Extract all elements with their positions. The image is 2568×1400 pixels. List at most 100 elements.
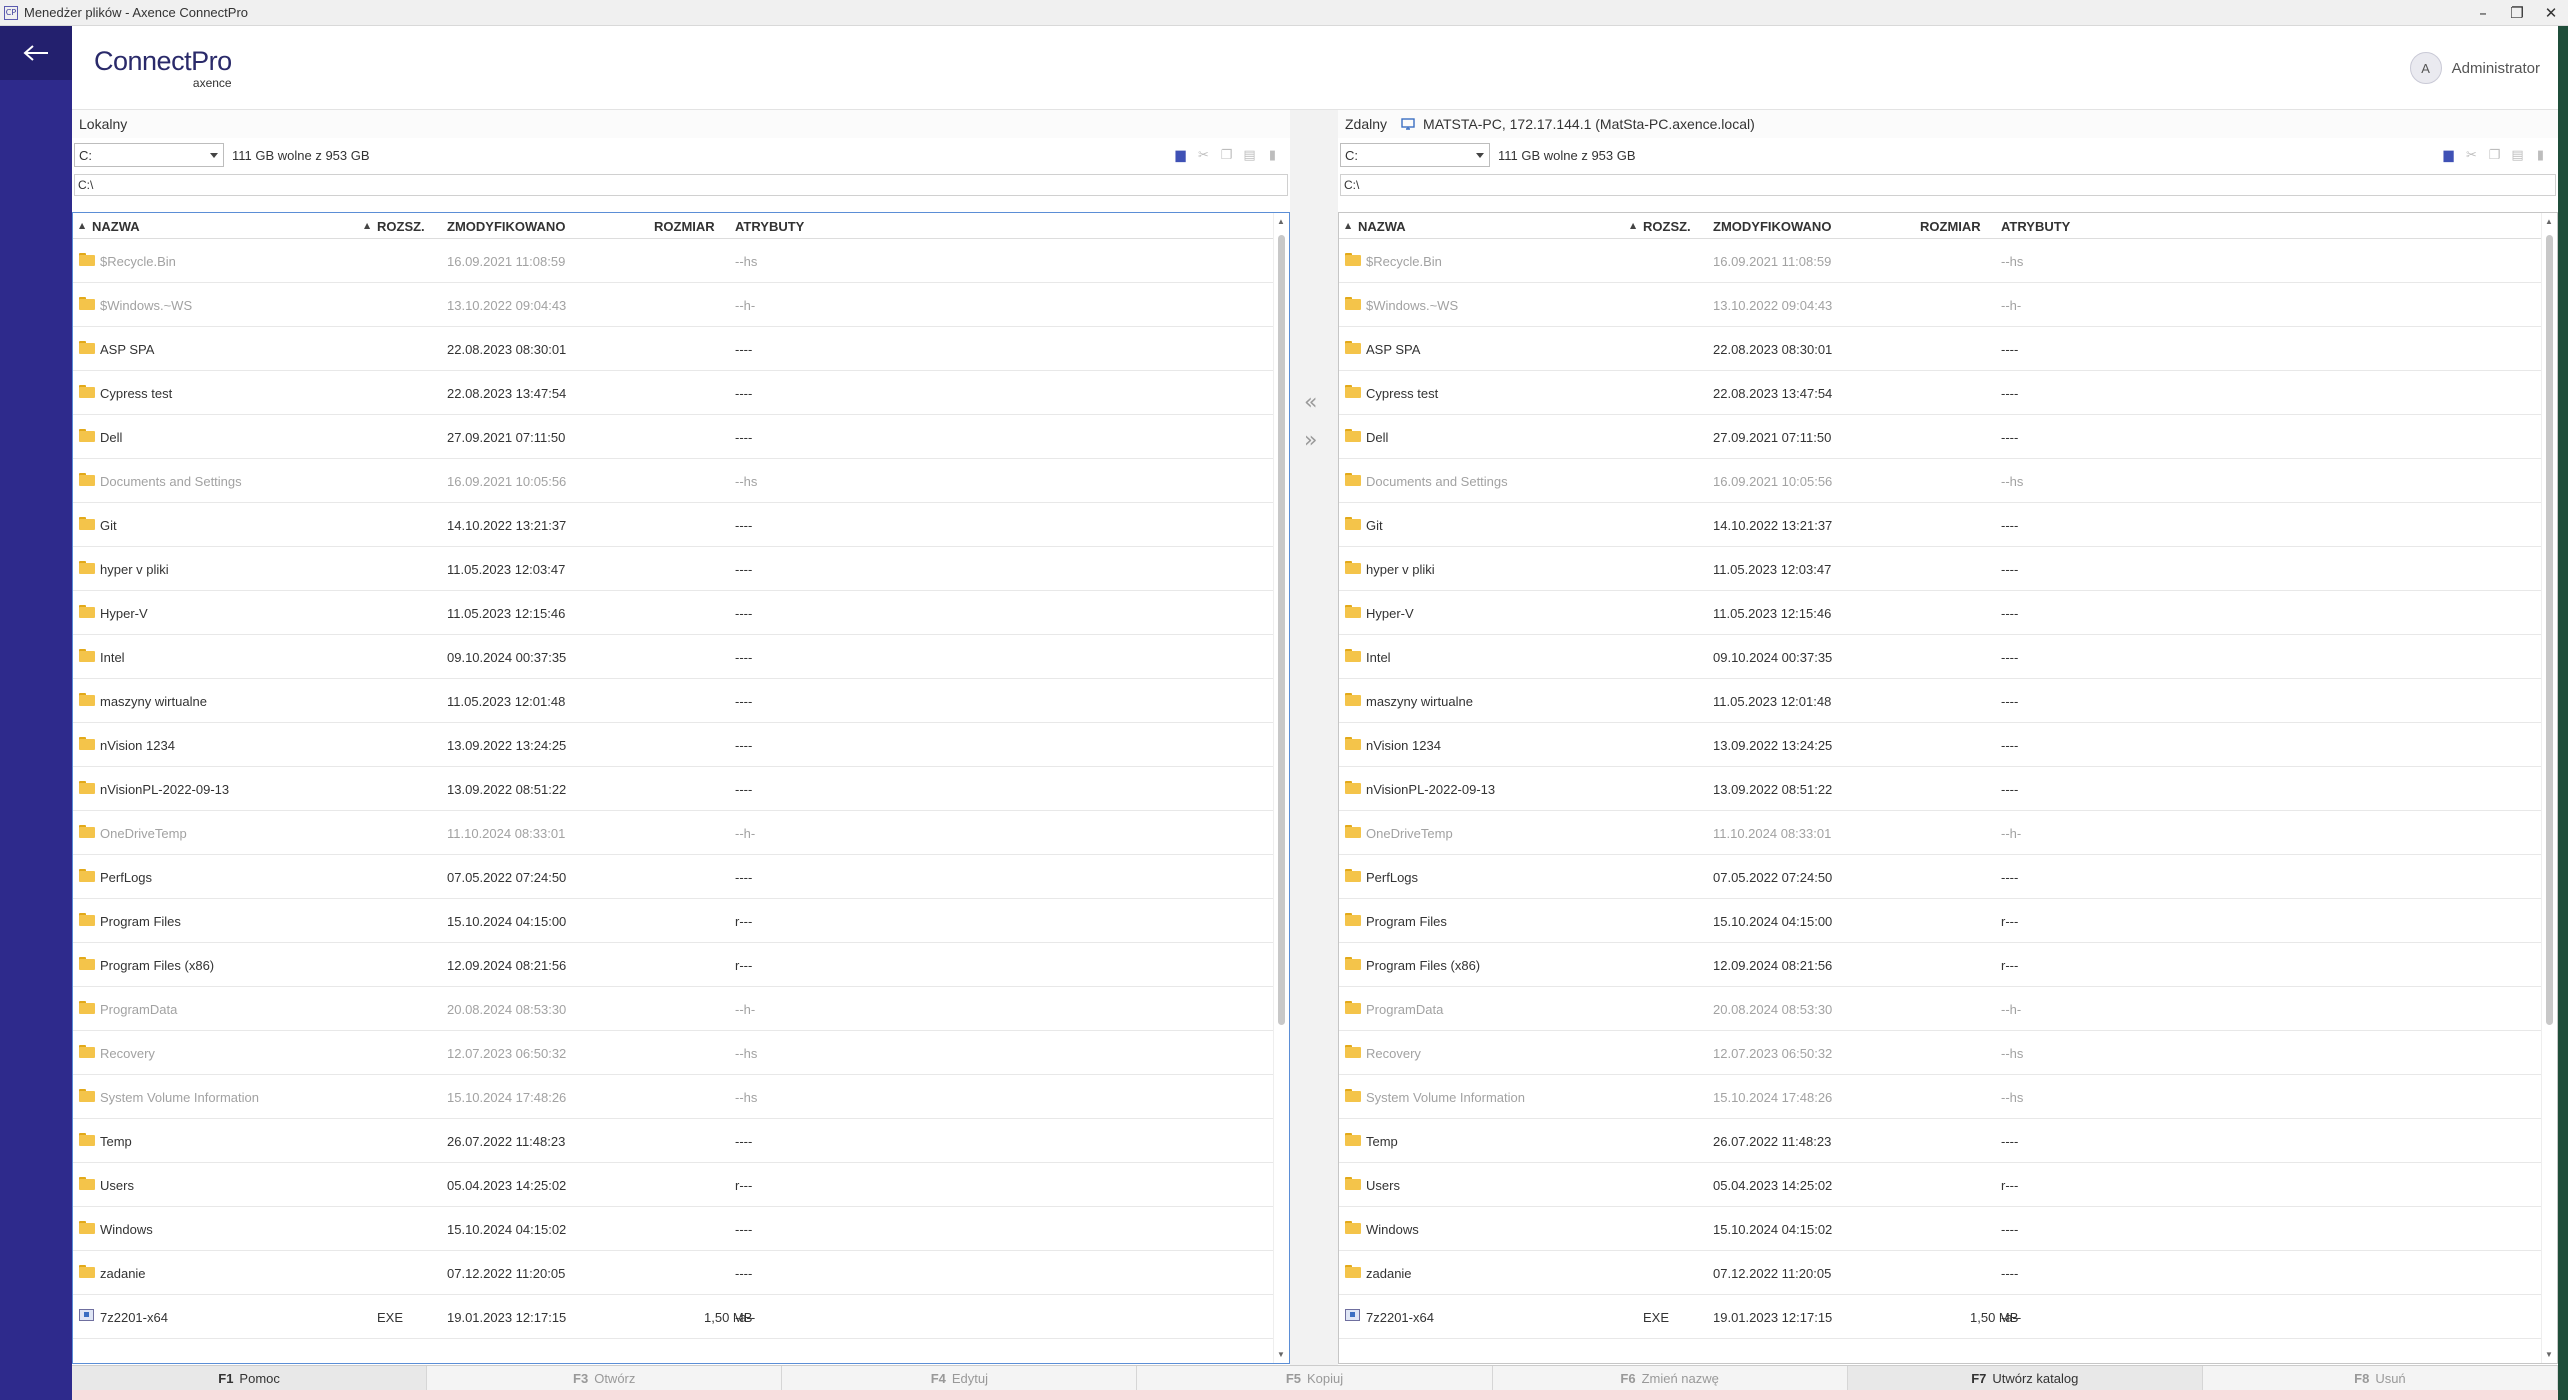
table-row[interactable]: Dell 27.09.2021 07:11:50 ---- bbox=[73, 415, 1273, 459]
fkey-f7[interactable]: F7 Utwórz katalog bbox=[1847, 1366, 2203, 1390]
col-modified[interactable]: ZMODYFIKOWANO bbox=[1713, 219, 1831, 234]
table-row[interactable]: Dell 27.09.2021 07:11:50 ---- bbox=[1339, 415, 2541, 459]
scroll-thumb[interactable] bbox=[2546, 235, 2553, 1025]
table-row[interactable]: Intel 09.10.2024 00:37:35 ---- bbox=[73, 635, 1273, 679]
col-size[interactable]: ROZMIAR bbox=[1920, 219, 1981, 234]
table-row[interactable]: ProgramData 20.08.2024 08:53:30 --h- bbox=[73, 987, 1273, 1031]
table-row[interactable]: $Windows.~WS 13.10.2022 09:04:43 --h- bbox=[73, 283, 1273, 327]
path-field[interactable]: C:\ bbox=[74, 174, 1288, 196]
close-button[interactable]: ✕ bbox=[2534, 0, 2568, 26]
table-row[interactable]: Program Files 15.10.2024 04:15:00 r--- bbox=[1339, 899, 2541, 943]
user-name[interactable]: Administrator bbox=[2452, 60, 2540, 77]
table-row[interactable]: Git 14.10.2022 13:21:37 ---- bbox=[73, 503, 1273, 547]
scroll-down-icon[interactable]: ▼ bbox=[1277, 1350, 1285, 1359]
fkey-f4[interactable]: F4 Edytuj bbox=[782, 1366, 1138, 1390]
vertical-scrollbar[interactable]: ▲ ▼ bbox=[1273, 213, 1289, 1363]
table-row[interactable]: Recovery 12.07.2023 06:50:32 --hs bbox=[73, 1031, 1273, 1075]
scroll-down-icon[interactable]: ▼ bbox=[2545, 1350, 2553, 1359]
table-row[interactable]: hyper v pliki 11.05.2023 12:03:47 ---- bbox=[73, 547, 1273, 591]
fkey-f3[interactable]: F3 Otwórz bbox=[427, 1366, 783, 1390]
table-row[interactable]: zadanie 07.12.2022 11:20:05 ---- bbox=[73, 1251, 1273, 1295]
table-row[interactable]: nVision 1234 13.09.2022 13:24:25 ---- bbox=[73, 723, 1273, 767]
fkey-key: F6 bbox=[1620, 1370, 1636, 1386]
drive-select[interactable]: C: bbox=[1340, 143, 1490, 167]
restore-button[interactable]: ❐ bbox=[2500, 0, 2534, 26]
cut-icon[interactable]: ✂ bbox=[2460, 146, 2483, 164]
table-row[interactable]: Windows 15.10.2024 04:15:02 ---- bbox=[73, 1207, 1273, 1251]
col-name[interactable]: NAZWA bbox=[92, 219, 140, 234]
table-row[interactable]: $Recycle.Bin 16.09.2021 11:08:59 --hs bbox=[73, 239, 1273, 283]
col-attrs[interactable]: ATRYBUTY bbox=[2001, 219, 2070, 234]
table-row[interactable]: PerfLogs 07.05.2022 07:24:50 ---- bbox=[1339, 855, 2541, 899]
fkey-f5[interactable]: F5 Kopiuj bbox=[1137, 1366, 1493, 1390]
table-row[interactable]: Cypress test 22.08.2023 13:47:54 ---- bbox=[73, 371, 1273, 415]
copy-icon[interactable]: ❐ bbox=[2483, 146, 2506, 164]
copy-icon[interactable]: ❐ bbox=[1215, 146, 1238, 164]
scroll-up-icon[interactable]: ▲ bbox=[1277, 217, 1285, 226]
table-row[interactable]: nVisionPL-2022-09-13 13.09.2022 08:51:22 -… bbox=[1339, 767, 2541, 811]
table-row[interactable]: Git 14.10.2022 13:21:37 ---- bbox=[1339, 503, 2541, 547]
table-row[interactable]: ASP SPA 22.08.2023 08:30:01 ---- bbox=[1339, 327, 2541, 371]
table-row[interactable]: Recovery 12.07.2023 06:50:32 --hs bbox=[1339, 1031, 2541, 1075]
table-row[interactable]: OneDriveTemp 11.10.2024 08:33:01 --h- bbox=[73, 811, 1273, 855]
col-modified[interactable]: ZMODYFIKOWANO bbox=[447, 219, 565, 234]
table-row[interactable]: ProgramData 20.08.2024 08:53:30 --h- bbox=[1339, 987, 2541, 1031]
table-row[interactable]: $Recycle.Bin 16.09.2021 11:08:59 --hs bbox=[1339, 239, 2541, 283]
table-row[interactable]: OneDriveTemp 11.10.2024 08:33:01 --h- bbox=[1339, 811, 2541, 855]
fkey-f8[interactable]: F8 Usuń bbox=[2203, 1366, 2558, 1390]
table-row[interactable]: Program Files (x86) 12.09.2024 08:21:56 r-… bbox=[73, 943, 1273, 987]
user-menu[interactable]: A Administrator bbox=[2409, 52, 2540, 84]
table-row[interactable]: nVision 1234 13.09.2022 13:24:25 ---- bbox=[1339, 723, 2541, 767]
table-row[interactable]: System Volume Information 15.10.2024 17:4… bbox=[73, 1075, 1273, 1119]
table-row[interactable]: Users 05.04.2023 14:25:02 r--- bbox=[1339, 1163, 2541, 1207]
scroll-thumb[interactable] bbox=[1278, 235, 1285, 1025]
col-ext[interactable]: ROZSZ. bbox=[377, 219, 425, 234]
table-row[interactable]: hyper v pliki 11.05.2023 12:03:47 ---- bbox=[1339, 547, 2541, 591]
table-row[interactable]: Hyper-V 11.05.2023 12:15:46 ---- bbox=[1339, 591, 2541, 635]
table-row[interactable]: Intel 09.10.2024 00:37:35 ---- bbox=[1339, 635, 2541, 679]
table-row[interactable]: maszyny wirtualne 11.05.2023 12:01:48 ---- bbox=[1339, 679, 2541, 723]
paste-icon[interactable]: ▤ bbox=[1238, 146, 1261, 164]
table-row[interactable]: ASP SPA 22.08.2023 08:30:01 ---- bbox=[73, 327, 1273, 371]
cut-icon[interactable]: ✂ bbox=[1192, 146, 1215, 164]
delete-icon[interactable]: ▮ bbox=[2529, 146, 2552, 164]
paste-icon[interactable]: ▤ bbox=[2506, 146, 2529, 164]
table-row[interactable]: Program Files 15.10.2024 04:15:00 r--- bbox=[73, 899, 1273, 943]
col-ext[interactable]: ROZSZ. bbox=[1643, 219, 1691, 234]
copy-to-remote-icon[interactable]: » bbox=[1304, 428, 1317, 453]
table-row[interactable]: 7z2201-x64 EXE 19.01.2023 12:17:15 1,50 MB -… bbox=[1339, 1295, 2541, 1339]
avatar[interactable]: A bbox=[2409, 52, 2442, 84]
table-row[interactable]: Temp 26.07.2022 11:48:23 ---- bbox=[1339, 1119, 2541, 1163]
new-folder-icon[interactable]: ▆ bbox=[1169, 146, 1192, 164]
col-size[interactable]: ROZMIAR bbox=[654, 219, 715, 234]
table-row[interactable]: Users 05.04.2023 14:25:02 r--- bbox=[73, 1163, 1273, 1207]
back-button[interactable] bbox=[0, 26, 72, 80]
file-name: hyper v pliki bbox=[1366, 562, 1435, 577]
table-row[interactable]: PerfLogs 07.05.2022 07:24:50 ---- bbox=[73, 855, 1273, 899]
table-row[interactable]: System Volume Information 15.10.2024 17:4… bbox=[1339, 1075, 2541, 1119]
scroll-up-icon[interactable]: ▲ bbox=[2545, 217, 2553, 226]
drive-select[interactable]: C: bbox=[74, 143, 224, 167]
table-row[interactable]: Temp 26.07.2022 11:48:23 ---- bbox=[73, 1119, 1273, 1163]
table-row[interactable]: Hyper-V 11.05.2023 12:15:46 ---- bbox=[73, 591, 1273, 635]
table-row[interactable]: Windows 15.10.2024 04:15:02 ---- bbox=[1339, 1207, 2541, 1251]
delete-icon[interactable]: ▮ bbox=[1261, 146, 1284, 164]
col-attrs[interactable]: ATRYBUTY bbox=[735, 219, 804, 234]
table-row[interactable]: maszyny wirtualne 11.05.2023 12:01:48 ---- bbox=[73, 679, 1273, 723]
table-row[interactable]: $Windows.~WS 13.10.2022 09:04:43 --h- bbox=[1339, 283, 2541, 327]
path-field[interactable]: C:\ bbox=[1340, 174, 2556, 196]
copy-to-local-icon[interactable]: « bbox=[1304, 390, 1317, 415]
table-row[interactable]: Documents and Settings 16.09.2021 10:05:5… bbox=[73, 459, 1273, 503]
table-row[interactable]: 7z2201-x64 EXE 19.01.2023 12:17:15 1,50 MB -… bbox=[73, 1295, 1273, 1339]
vertical-scrollbar[interactable]: ▲ ▼ bbox=[2541, 213, 2557, 1363]
table-row[interactable]: Cypress test 22.08.2023 13:47:54 ---- bbox=[1339, 371, 2541, 415]
table-row[interactable]: Documents and Settings 16.09.2021 10:05:5… bbox=[1339, 459, 2541, 503]
table-row[interactable]: zadanie 07.12.2022 11:20:05 ---- bbox=[1339, 1251, 2541, 1295]
new-folder-icon[interactable]: ▆ bbox=[2437, 146, 2460, 164]
table-row[interactable]: nVisionPL-2022-09-13 13.09.2022 08:51:22 -… bbox=[73, 767, 1273, 811]
col-name[interactable]: NAZWA bbox=[1358, 219, 1406, 234]
fkey-f6[interactable]: F6 Zmień nazwę bbox=[1493, 1366, 1848, 1390]
fkey-f1[interactable]: F1 Pomoc bbox=[72, 1366, 428, 1390]
table-row[interactable]: Program Files (x86) 12.09.2024 08:21:56 r-… bbox=[1339, 943, 2541, 987]
minimize-button[interactable]: – bbox=[2466, 0, 2500, 26]
